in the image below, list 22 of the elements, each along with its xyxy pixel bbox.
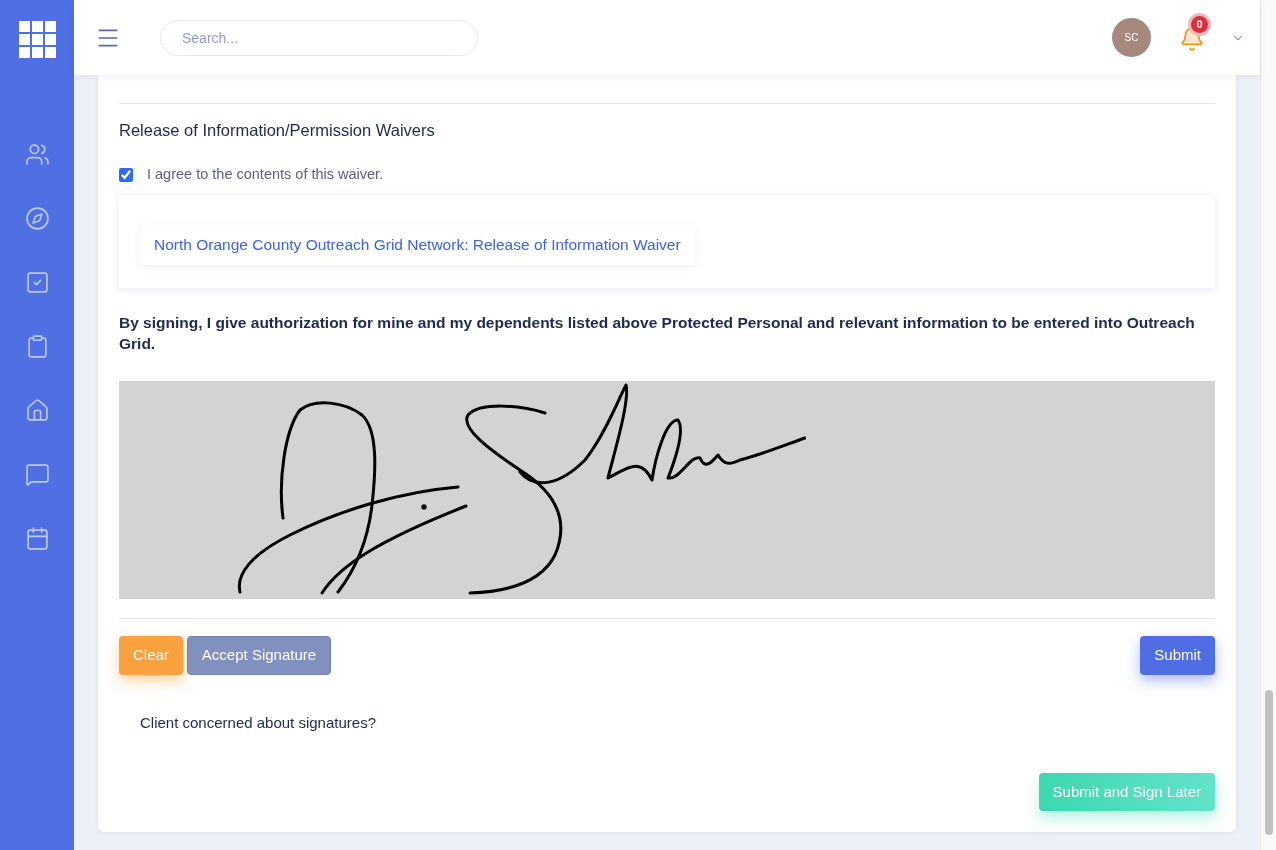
signature-pad[interactable] <box>119 381 1215 599</box>
search-field[interactable]: Search... <box>160 19 478 56</box>
app-grid-icon[interactable] <box>18 21 56 58</box>
user-avatar[interactable]: SC <box>1112 18 1151 57</box>
chat-bubble-icon[interactable] <box>24 462 50 487</box>
notification-badge: 0 <box>1191 15 1208 33</box>
house-icon[interactable] <box>24 398 50 423</box>
agree-checkbox[interactable] <box>119 168 133 182</box>
checked-square-icon[interactable] <box>24 270 50 295</box>
authorization-text: By signing, I give authorization for mine and my dependents listed above Protected Personal and relevant information to be entered into Outreach Grid. <box>119 313 1196 354</box>
waiver-link[interactable]: North Orange County Outreach Grid Network: Release of Information Waiver <box>140 225 695 265</box>
submit-button[interactable]: Submit <box>1140 636 1215 675</box>
users-icon[interactable] <box>24 142 50 167</box>
scrollbar-thumb[interactable] <box>1264 690 1273 835</box>
signature-question: Client concerned about signatures? <box>140 713 377 733</box>
compass-icon[interactable] <box>24 206 50 231</box>
accept-signature-button[interactable]: Accept Signature <box>186 636 332 675</box>
submit-and-sign-later-button[interactable]: Submit and Sign Later <box>1038 773 1215 811</box>
clear-button[interactable]: Clear <box>119 636 183 675</box>
section-title: Release of Information/Permission Waivers <box>119 120 436 141</box>
agree-label: I agree to the contents of this waiver. <box>147 165 384 185</box>
calendar-icon[interactable] <box>24 526 50 551</box>
